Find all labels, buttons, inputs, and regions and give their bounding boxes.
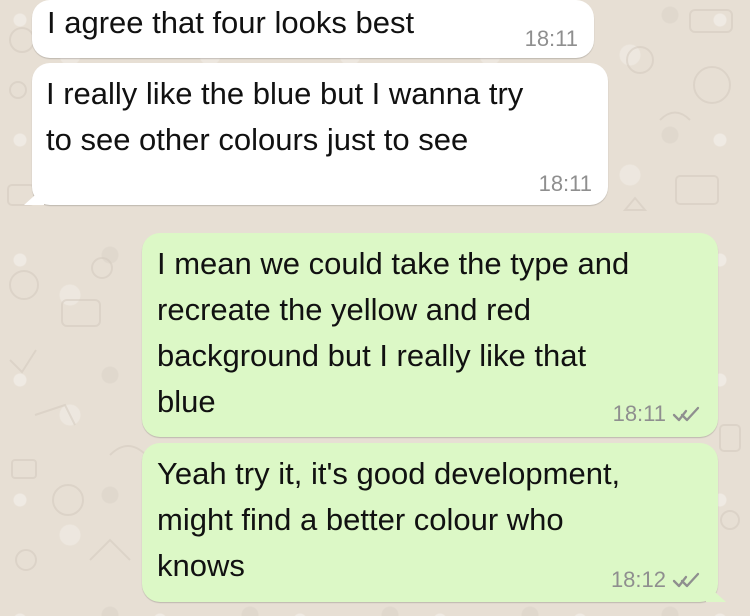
message-text: I really like the blue but I wanna try t… (46, 76, 524, 157)
message-meta: 18:11 (539, 173, 592, 195)
message-time: 18:11 (612, 401, 666, 426)
message-bubble[interactable]: Yeah try it, it's good development, migh… (142, 443, 726, 602)
double-check-icon (672, 406, 700, 422)
message-bubble[interactable]: I agree that four looks best 18:11 (32, 0, 594, 58)
message-meta: 18:12 (611, 569, 700, 591)
message-time: 18:12 (610, 567, 666, 592)
message-bubble[interactable]: I mean we could take the type and recrea… (142, 233, 718, 437)
message-text: I agree that four looks best (47, 5, 415, 40)
bubble-tail (706, 584, 726, 602)
message-time: 18:11 (538, 171, 592, 196)
message-meta: 18:11 (525, 28, 578, 50)
message-time: 18:11 (524, 26, 578, 51)
chat-thread: I agree that four looks best 18:11 I rea… (0, 0, 750, 616)
message-bubble[interactable]: I really like the blue but I wanna try t… (24, 63, 608, 205)
bubble-tail (24, 187, 44, 205)
double-check-icon (672, 572, 700, 588)
message-meta: 18:11 (613, 403, 700, 425)
message-text: I mean we could take the type and recrea… (157, 246, 630, 419)
